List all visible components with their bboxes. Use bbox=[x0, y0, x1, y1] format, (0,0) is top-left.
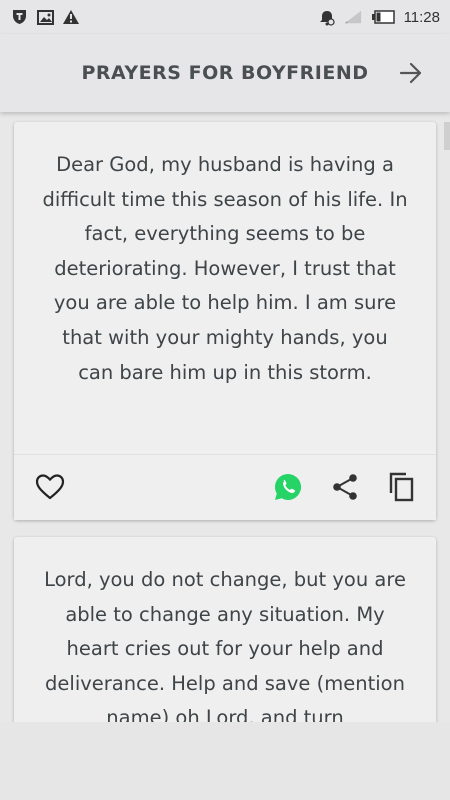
prayer-card: Dear God, my husband is having a difficu… bbox=[14, 122, 436, 520]
heart-icon[interactable] bbox=[34, 471, 66, 503]
status-right-icons: 11:28 bbox=[318, 8, 440, 26]
page-title: PRAYERS FOR BOYFRIEND bbox=[81, 62, 369, 84]
status-bar: 11:28 bbox=[0, 0, 450, 34]
share-icon[interactable] bbox=[329, 471, 361, 503]
card-actions bbox=[14, 454, 436, 520]
prayer-card: Lord, you do not change, but you are abl… bbox=[14, 537, 436, 722]
status-time: 11:28 bbox=[403, 8, 440, 26]
status-left-icons bbox=[10, 8, 80, 26]
prayer-text: Lord, you do not change, but you are abl… bbox=[44, 568, 406, 722]
warning-icon bbox=[62, 8, 80, 26]
image-icon bbox=[36, 8, 54, 26]
prayer-list[interactable]: Dear God, my husband is having a difficu… bbox=[0, 112, 450, 722]
alarm-icon bbox=[318, 8, 336, 26]
shield-icon bbox=[10, 8, 28, 26]
scrollbar[interactable] bbox=[444, 122, 450, 150]
bottom-area bbox=[0, 722, 450, 800]
whatsapp-icon[interactable] bbox=[272, 471, 304, 503]
app-bar: PRAYERS FOR BOYFRIEND bbox=[0, 34, 450, 112]
battery-icon bbox=[370, 8, 396, 26]
prayer-text: Dear God, my husband is having a difficu… bbox=[42, 153, 408, 384]
signal-icon bbox=[344, 8, 362, 26]
arrow-forward-icon[interactable] bbox=[398, 60, 424, 86]
copy-icon[interactable] bbox=[385, 471, 417, 503]
